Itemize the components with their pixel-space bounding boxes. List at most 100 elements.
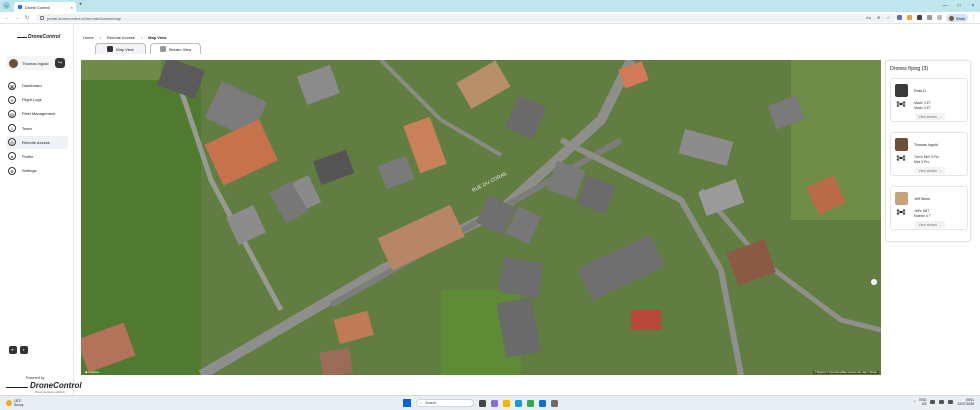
search-icon: ⌕: [420, 401, 423, 405]
puzzle-icon[interactable]: [927, 15, 932, 20]
mapbox-logo[interactable]: ◉ mapbox: [85, 370, 99, 374]
tab-map-view[interactable]: Map View: [95, 43, 146, 54]
window-controls: — □ ×: [938, 0, 980, 12]
team-icon: ☺: [8, 124, 16, 133]
taskbar-search[interactable]: ⌕ Search: [416, 399, 474, 407]
minimize-button[interactable]: —: [938, 0, 952, 12]
sidebar-tools: ⇤ ◐: [9, 346, 28, 354]
clock[interactable]: 09:51 22/07/2025: [957, 398, 974, 406]
extension-icon[interactable]: [907, 15, 912, 20]
bookmark-star-icon[interactable]: ☆: [886, 15, 890, 20]
sidebar-item-label: Fleet Management: [22, 111, 56, 117]
drone-icon: [896, 155, 906, 161]
view-stream-button[interactable]: View stream →: [915, 167, 945, 174]
breadcrumb-current: Map View: [148, 35, 167, 40]
translate-icon[interactable]: Aa: [866, 15, 871, 20]
forward-icon[interactable]: →: [13, 14, 21, 22]
reload-icon[interactable]: ↻: [23, 14, 31, 22]
app-logo[interactable]: DroneControl: [17, 34, 60, 40]
extension-icon[interactable]: [897, 15, 902, 20]
view-stream-button[interactable]: View stream →: [915, 113, 945, 120]
battery-icon[interactable]: [948, 400, 954, 404]
satellite-map[interactable]: RUE DU CORAIL ◉ mapbox i © Mapbox © Open…: [81, 60, 881, 375]
sidebar-item-remote-access[interactable]: ◎ Remote Access: [6, 135, 68, 149]
dashboard-icon: ▦: [8, 81, 16, 90]
close-window-button[interactable]: ×: [966, 0, 980, 12]
tab-title: Drone Control: [25, 4, 50, 10]
logout-icon[interactable]: ↪: [55, 58, 65, 68]
sidebar-item-label: Profile: [22, 153, 34, 159]
volume-icon[interactable]: [939, 400, 945, 404]
view-stream-button[interactable]: View stream →: [915, 221, 945, 228]
sidebar-item-flight-logs[interactable]: ✈ Flight Logs: [6, 93, 68, 106]
tab-close-icon[interactable]: ×: [71, 5, 73, 10]
breadcrumb-separator: ›: [140, 35, 143, 40]
map-info-icon[interactable]: i: [871, 279, 877, 285]
stream-icon: [159, 46, 166, 52]
file-explorer-icon[interactable]: [503, 399, 510, 407]
theme-toggle-icon[interactable]: ◐: [20, 346, 28, 354]
drone-icon: [896, 101, 906, 107]
flight-logs-icon: ✈: [8, 95, 16, 104]
drone-model: Mini 3 Pro: [914, 160, 930, 164]
settings-app-icon[interactable]: [551, 399, 558, 407]
tab-search-icon[interactable]: ⌄: [3, 2, 10, 9]
maximize-button[interactable]: □: [952, 0, 966, 12]
pilot-avatar: [895, 192, 908, 205]
chrome-icon[interactable]: [527, 399, 534, 407]
tray-region[interactable]: US: [919, 402, 927, 406]
omnibox-actions: Aa ⊕ ☆: [866, 15, 890, 20]
browser-tab[interactable]: Drone Control ×: [14, 2, 76, 12]
tab-stream-view[interactable]: Stream View: [150, 43, 201, 54]
panel-title: Drones flying (3): [890, 66, 929, 72]
drone-icon: [896, 209, 906, 215]
map-attribution[interactable]: © Mapbox © OpenStreetMap Improve this ma…: [812, 371, 879, 374]
back-icon[interactable]: ←: [3, 14, 11, 22]
sidebar-item-fleet-management[interactable]: ▤ Fleet Management: [6, 107, 68, 120]
new-tab-button[interactable]: +: [79, 2, 83, 8]
sidebar-item-team[interactable]: ☺ Team: [6, 122, 68, 135]
drone-model: Matrice 4 T: [914, 214, 931, 218]
sidebar-item-label: Flight Logs: [22, 97, 42, 103]
weather-desc: Sunny: [14, 403, 24, 407]
sidepanel-icon[interactable]: [937, 15, 942, 20]
breadcrumb-home[interactable]: Home: [83, 35, 94, 40]
remote-access-icon: ◎: [8, 138, 16, 147]
edge-icon[interactable]: [515, 399, 522, 407]
drone-card: Ross D Mavic 3 ET Mavic 3 ET View stream →: [890, 78, 968, 122]
browser-tab-strip: ⌄ Drone Control × + — □ ×: [0, 0, 980, 12]
site-info-icon[interactable]: [40, 16, 44, 20]
sidebar-item-profile[interactable]: ● Profile: [6, 150, 68, 163]
drone-logo-icon: [6, 384, 28, 388]
pilot-avatar: [895, 84, 908, 97]
extension-icon[interactable]: [917, 15, 922, 20]
weather-widget[interactable]: 18°C Sunny: [6, 399, 23, 407]
profile-button[interactable]: Work: [946, 14, 968, 22]
footer-tagline: Drone operations platform: [35, 391, 65, 394]
windows-start-icon[interactable]: [403, 399, 411, 407]
task-view-icon[interactable]: [479, 399, 486, 407]
pilot-name: Ross D: [914, 89, 926, 93]
windows-taskbar: 18°C Sunny ⌕ Search ^ ENG US 09:51 22/07…: [0, 395, 980, 410]
wifi-icon[interactable]: [930, 400, 936, 404]
browser-toolbar: ← → ↻ portal.dronecontrol.ch/remoteAcces…: [0, 12, 980, 24]
favicon-icon: [18, 5, 22, 9]
collapse-sidebar-icon[interactable]: ⇤: [9, 346, 17, 354]
map-icon: [107, 46, 114, 52]
url-text: portal.dronecontrol.ch/remoteAccess/map: [47, 15, 122, 21]
address-bar[interactable]: portal.dronecontrol.ch/remoteAccess/map: [36, 14, 896, 22]
outlook-icon[interactable]: [539, 399, 546, 407]
more-menu-icon[interactable]: ⋮: [971, 15, 976, 21]
sidebar-item-settings[interactable]: ⚙ Settings: [6, 164, 68, 177]
drone-card: Jeff Stone Jeff's M4T Matrice 4 T View stre…: [890, 186, 968, 230]
copilot-icon[interactable]: [491, 399, 498, 407]
fleet-icon: ▤: [8, 109, 16, 118]
sidebar-item-dashboard[interactable]: ▦ Dashboard: [6, 79, 68, 92]
clock-date: 22/07/2025: [957, 402, 974, 406]
breadcrumb-remote-access[interactable]: Remote Access: [107, 35, 135, 40]
zoom-icon[interactable]: ⊕: [877, 15, 880, 20]
sidebar-nav: ▦ Dashboard ✈ Flight Logs ▤ Fleet Management ☺…: [6, 79, 68, 178]
tray-chevron-icon[interactable]: ^: [914, 400, 916, 404]
profile-avatar: [949, 15, 954, 21]
map-imagery: RUE DU CORAIL: [81, 60, 881, 375]
